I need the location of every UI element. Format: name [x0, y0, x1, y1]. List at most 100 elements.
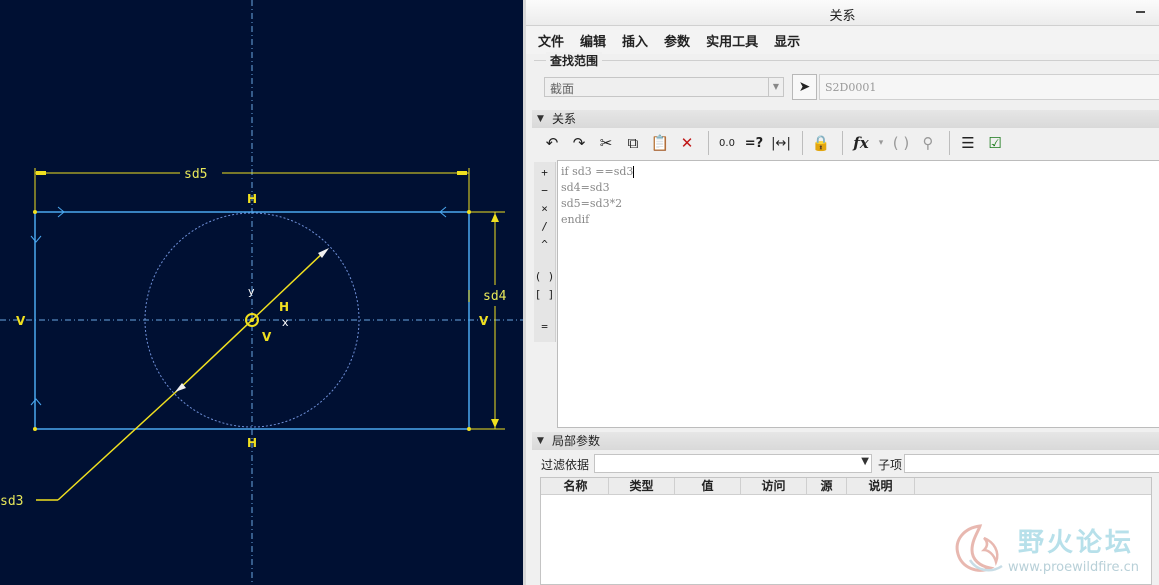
equal-constraint-marker — [30, 235, 42, 243]
menu-parameters[interactable]: 参数 — [664, 31, 690, 50]
watermark: 野火论坛 www.proewildfire.cn — [950, 518, 1159, 585]
cut-icon[interactable]: ✂ — [594, 131, 618, 155]
relations-toolbar: ↶ ↷ ✂ ⧉ 📋 ✕ 0.0 =? |↔| 🔒 fx ▾ ( ) ⚲ ☰ ☑ — [534, 128, 1159, 158]
evaluate-icon[interactable]: 0.0 — [715, 131, 739, 155]
sd3-leader-line — [57, 389, 179, 501]
menu-edit[interactable]: 编辑 — [580, 31, 606, 50]
operator-power-button[interactable]: ^ — [534, 238, 555, 256]
column-header-name[interactable]: 名称 — [543, 478, 609, 495]
lock-icon[interactable]: 🔒 — [809, 131, 833, 155]
sub-item-field[interactable] — [904, 454, 1159, 473]
section-select[interactable]: 截面 ▼ — [544, 77, 784, 97]
chevron-down-icon[interactable]: ▼ — [861, 456, 869, 467]
vertical-constraint-right[interactable]: V — [479, 314, 489, 328]
collapse-triangle-icon[interactable]: ▼ — [537, 432, 544, 450]
operator-paren-button[interactable]: ( ) — [534, 270, 555, 288]
filter-select[interactable]: ▼ — [594, 454, 872, 473]
column-header-type[interactable]: 类型 — [609, 478, 675, 495]
watermark-title: 野火论坛 — [1018, 528, 1135, 558]
horizontal-constraint-bottom[interactable]: H — [247, 436, 257, 450]
toolbar-separator — [842, 131, 843, 155]
local-params-section-header[interactable]: ▼ 局部参数 — [532, 432, 1159, 450]
operator-sidebar: + − × / ^ ( ) [ ] = — [534, 162, 556, 342]
operator-plus-button[interactable]: + — [534, 166, 555, 184]
menu-display[interactable]: 显示 — [774, 31, 800, 50]
function-dropdown-icon[interactable]: ▾ — [876, 131, 886, 155]
toolbar-separator — [802, 131, 803, 155]
relations-dialog: 关系 文件 编辑 插入 参数 实用工具 显示 查找范围 截面 ▼ ➤ S2D00… — [523, 0, 1159, 585]
horizontal-constraint-center[interactable]: H — [279, 300, 289, 314]
x-axis-label: x — [282, 316, 289, 329]
find-scope-group: 查找范围 截面 ▼ ➤ S2D0001 — [534, 52, 1159, 106]
table-header: 名称 类型 值 访问 源 说明 — [541, 478, 1151, 495]
equal-constraint-marker — [30, 398, 42, 406]
corner-point — [33, 427, 37, 431]
column-header-value[interactable]: 值 — [675, 478, 741, 495]
sub-item-label: 子项 — [878, 458, 903, 472]
undo-icon[interactable]: ↶ — [540, 131, 564, 155]
dimension-sd3[interactable]: sd3 — [0, 494, 23, 509]
chevron-down-icon[interactable]: ▼ — [768, 78, 783, 96]
verify-icon[interactable]: =? — [742, 131, 766, 155]
dimension-sd5[interactable]: sd5 — [184, 167, 207, 182]
delete-icon[interactable]: ✕ — [675, 131, 699, 155]
menubar: 文件 编辑 插入 参数 实用工具 显示 — [526, 26, 1159, 54]
relations-editor[interactable]: if sd3 ==sd3 sd4=sd3 sd5=sd3*2 endif — [557, 160, 1159, 428]
operator-equals-button[interactable]: = — [534, 320, 555, 338]
column-header-description[interactable]: 说明 — [847, 478, 915, 495]
operator-minus-button[interactable]: − — [534, 184, 555, 202]
menu-utilities[interactable]: 实用工具 — [706, 31, 758, 50]
toolbar-separator — [949, 131, 950, 155]
selected-item-field[interactable]: S2D0001 — [819, 74, 1159, 100]
params-icon[interactable]: ☰ — [956, 131, 980, 155]
collapse-triangle-icon[interactable]: ▼ — [537, 110, 544, 128]
find-scope-legend: 查找范围 — [546, 52, 603, 69]
dimension-sd4[interactable]: sd4 — [483, 289, 507, 304]
arrowhead — [491, 419, 499, 428]
redo-icon[interactable]: ↷ — [567, 131, 591, 155]
vertical-constraint-center[interactable]: V — [262, 330, 272, 344]
bracket-icon[interactable]: ( ) — [889, 131, 913, 155]
operator-multiply-button[interactable]: × — [534, 202, 555, 220]
menu-file[interactable]: 文件 — [538, 31, 564, 50]
dialog-title: 关系 — [829, 9, 856, 24]
relation-line: endif — [561, 213, 590, 226]
arrowhead — [491, 213, 499, 222]
relations-section-header[interactable]: ▼ 关系 — [532, 110, 1159, 128]
minimize-icon[interactable] — [1136, 11, 1145, 13]
relation-line: sd4=sd3 — [561, 181, 610, 194]
vertical-constraint-left[interactable]: V — [16, 314, 26, 328]
toolbar-separator — [708, 131, 709, 155]
column-header-access[interactable]: 访问 — [741, 478, 807, 495]
sketch-drawing[interactable]: sd5 sd4 sd3 y x H H H V V V — [0, 0, 523, 585]
pointer-icon: ➤ — [798, 79, 811, 95]
section-select-value: 截面 — [550, 82, 575, 96]
flame-logo-icon — [955, 524, 1003, 572]
horizontal-constraint-top[interactable]: H — [247, 192, 257, 206]
arrowhead — [36, 171, 46, 175]
local-params-label: 局部参数 — [552, 434, 601, 448]
center-dot — [250, 318, 254, 322]
menu-insert[interactable]: 插入 — [622, 31, 648, 50]
watermark-url: www.proewildfire.cn — [1008, 560, 1139, 575]
filter-row: 过滤依据 ▼ 子项 — [534, 454, 1159, 474]
column-header-source[interactable]: 源 — [807, 478, 847, 495]
sketch-canvas[interactable]: sd5 sd4 sd3 y x H H H V V V — [0, 0, 523, 585]
y-axis-label: y — [248, 285, 255, 298]
copy-icon[interactable]: ⧉ — [621, 131, 645, 155]
relations-section-label: 关系 — [552, 112, 577, 126]
operator-bracket-button[interactable]: [ ] — [534, 288, 555, 306]
dialog-titlebar[interactable]: 关系 — [526, 0, 1159, 26]
relation-line: if sd3 ==sd3 — [561, 165, 635, 178]
check-icon[interactable]: ☑ — [983, 131, 1007, 155]
arrowhead — [457, 171, 467, 175]
operator-divide-button[interactable]: / — [534, 220, 555, 238]
filter-label: 过滤依据 — [541, 458, 590, 472]
paste-icon[interactable]: 📋 — [648, 131, 672, 155]
text-caret — [633, 166, 635, 178]
sort-icon[interactable]: |↔| — [769, 131, 793, 155]
search-icon[interactable]: ⚲ — [916, 131, 940, 155]
select-pointer-button[interactable]: ➤ — [792, 74, 817, 100]
function-icon[interactable]: fx — [849, 131, 873, 155]
relation-line: sd5=sd3*2 — [561, 197, 623, 210]
